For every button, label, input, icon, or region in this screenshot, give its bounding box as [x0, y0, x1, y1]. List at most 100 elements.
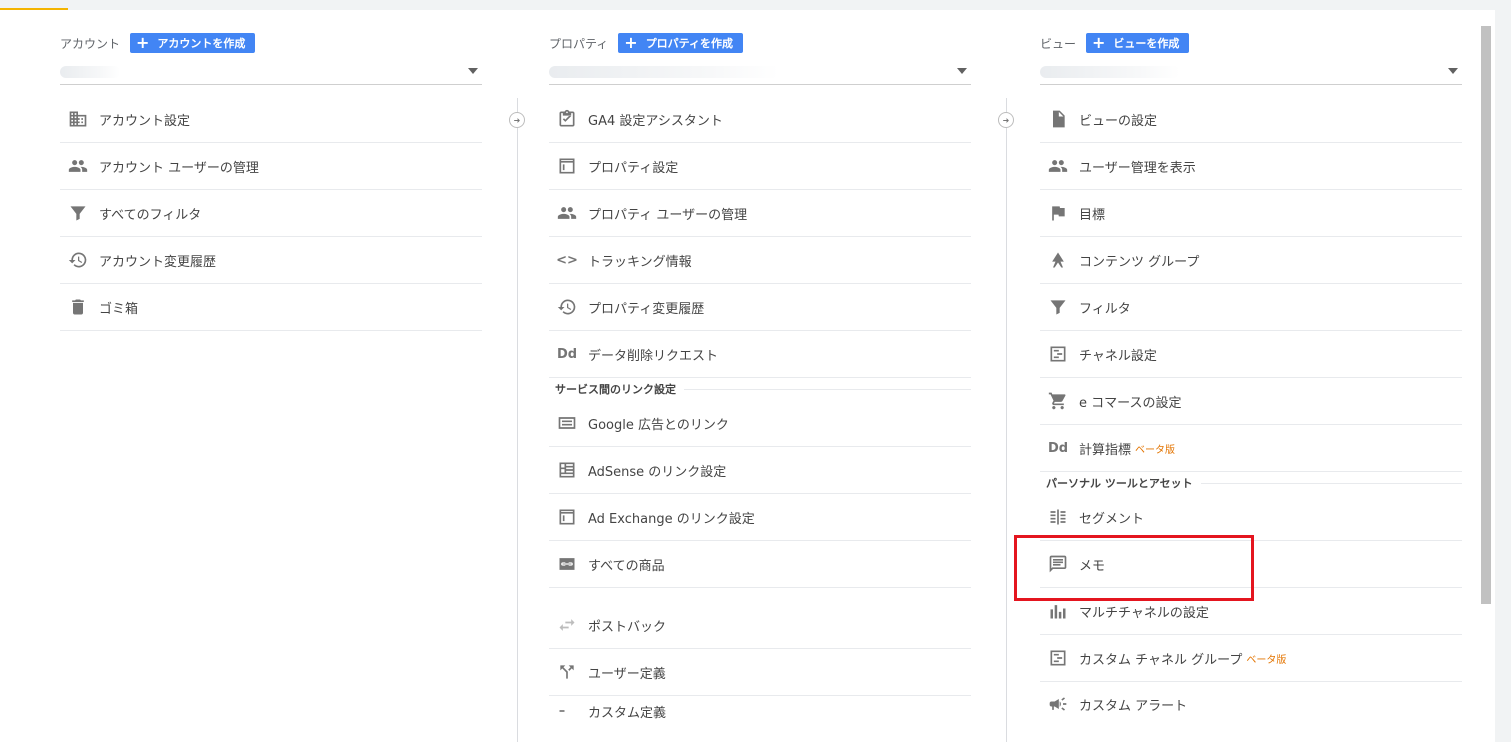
menu-item-calculated-metrics[interactable]: Dd 計算指標 ベータ版	[1040, 425, 1462, 472]
menu-item-property-history[interactable]: プロパティ変更履歴	[549, 284, 971, 331]
account-header: アカウント + アカウントを作成	[60, 32, 256, 54]
menu-item-label: アカウント変更履歴	[99, 254, 217, 270]
section-divider	[684, 388, 971, 390]
section-divider	[1200, 482, 1462, 484]
filter-icon	[1047, 296, 1069, 318]
arrow-right-icon: ➜	[998, 112, 1014, 128]
property-menu: GA4 設定アシスタント プロパティ設定 プロパティ ユーザーの管理 <> トラ…	[549, 96, 971, 726]
menu-item-label: ポストバック	[588, 619, 667, 635]
menu-item-label: プロパティ設定	[588, 160, 679, 176]
menu-item-filters[interactable]: フィルタ	[1040, 284, 1462, 331]
menu-item-label: 計算指標	[1079, 442, 1132, 458]
menu-item-content-group[interactable]: コンテンツ グループ	[1040, 237, 1462, 284]
menu-item-tracking-info[interactable]: <> トラッキング情報	[549, 237, 971, 284]
menu-item-ecommerce-settings[interactable]: e コマースの設定	[1040, 378, 1462, 425]
flag-icon	[1047, 202, 1069, 224]
menu-item-postback[interactable]: ポストバック	[549, 602, 971, 649]
clipboard-check-icon	[556, 108, 578, 130]
account-selector[interactable]	[60, 60, 482, 85]
menu-item-label: マルチチャネルの設定	[1079, 605, 1209, 621]
menu-item-label: プロパティ変更履歴	[588, 301, 705, 317]
menu-item-view-settings[interactable]: ビューの設定	[1040, 96, 1462, 143]
view-selector-value	[1040, 66, 1180, 78]
dd-glyph: Dd	[556, 346, 578, 362]
menu-item-label: すべての商品	[588, 558, 665, 574]
menu-item-label: メモ	[1079, 558, 1106, 574]
admin-panel: アカウント + アカウントを作成 アカウント設定 アカウント ユーザーの管理 す…	[0, 10, 1495, 742]
property-selector-value	[549, 66, 779, 78]
menu-item-all-filters[interactable]: すべてのフィルタ	[60, 190, 482, 237]
ads-icon	[556, 412, 578, 434]
menu-item-view-users[interactable]: ユーザー管理を表示	[1040, 143, 1462, 190]
menu-item-label: チャネル設定	[1079, 348, 1157, 364]
menu-item-label: アカウント設定	[99, 113, 191, 129]
chevron-down-icon	[468, 68, 478, 74]
section-title: パーソナル ツールとアセット	[1046, 477, 1193, 490]
menu-item-goals[interactable]: 目標	[1040, 190, 1462, 237]
menu-item-label: データ削除リクエスト	[588, 348, 719, 364]
chevron-down-icon	[957, 68, 967, 74]
menu-item-label: コンテンツ グループ	[1079, 254, 1200, 270]
menu-item-trash[interactable]: ゴミ箱	[60, 284, 482, 331]
swap-icon	[556, 614, 578, 636]
plus-icon: +	[1092, 33, 1106, 52]
view-selector[interactable]	[1040, 60, 1462, 85]
scrollbar[interactable]	[1481, 26, 1491, 604]
menu-item-custom-alerts[interactable]: カスタム アラート	[1040, 682, 1462, 726]
menu-item-multichannel-settings[interactable]: マルチチャネルの設定	[1040, 588, 1462, 635]
section-title: サービス間のリンク設定	[555, 383, 676, 396]
menu-item-ad-exchange-link[interactable]: Ad Exchange のリンク設定	[549, 494, 971, 541]
code-glyph: <>	[556, 252, 578, 268]
menu-item-label: Google 広告とのリンク	[588, 417, 729, 433]
cart-icon	[1047, 390, 1069, 412]
menu-item-label: ビューの設定	[1079, 113, 1158, 129]
menu-item-adsense-link[interactable]: AdSense のリンク設定	[549, 447, 971, 494]
menu-item-custom-definition[interactable]: カスタム定義	[549, 696, 971, 726]
layout-icon	[556, 506, 578, 528]
menu-item-account-history[interactable]: アカウント変更履歴	[60, 237, 482, 284]
adsense-icon	[556, 459, 578, 481]
menu-item-label: カスタム アラート	[1079, 698, 1188, 714]
people-icon	[1047, 155, 1069, 177]
create-view-button[interactable]: + ビューを作成	[1086, 33, 1190, 53]
column-divider	[1006, 98, 1007, 742]
dd-icon: Dd	[556, 343, 578, 365]
menu-item-data-deletion[interactable]: Dd データ削除リクエスト	[549, 331, 971, 378]
menu-item-label: ユーザー定義	[588, 666, 666, 682]
chevron-down-icon	[1448, 68, 1458, 74]
property-header: プロパティ + プロパティを作成	[549, 32, 744, 54]
menu-item-user-definition[interactable]: ユーザー定義	[549, 649, 971, 696]
account-selector-value	[60, 66, 120, 78]
section-heading-links: サービス間のリンク設定	[549, 378, 971, 400]
property-selector[interactable]	[549, 60, 971, 85]
menu-item-label: フィルタ	[1079, 301, 1131, 317]
menu-item-custom-channel-group[interactable]: カスタム チャネル グループ ベータ版	[1040, 635, 1462, 682]
menu-item-segments[interactable]: セグメント	[1040, 494, 1462, 541]
menu-item-account-settings[interactable]: アカウント設定	[60, 96, 482, 143]
menu-item-channel-settings[interactable]: チャネル設定	[1040, 331, 1462, 378]
document-icon	[1047, 108, 1069, 130]
menu-item-google-ads-link[interactable]: Google 広告とのリンク	[549, 400, 971, 447]
menu-item-label: カスタム チャネル グループ	[1079, 652, 1243, 668]
menu-item-account-users[interactable]: アカウント ユーザーの管理	[60, 143, 482, 190]
menu-item-label: セグメント	[1079, 511, 1145, 527]
fork-icon	[556, 661, 578, 683]
people-icon	[556, 202, 578, 224]
menu-item-label: AdSense のリンク設定	[588, 464, 727, 480]
menu-item-annotations[interactable]: メモ	[1040, 541, 1462, 588]
filter-icon	[67, 202, 89, 224]
menu-item-property-settings[interactable]: プロパティ設定	[549, 143, 971, 190]
create-property-button[interactable]: + プロパティを作成	[618, 33, 744, 53]
menu-item-ga4-assistant[interactable]: GA4 設定アシスタント	[549, 96, 971, 143]
dd-icon: Dd	[1047, 437, 1069, 459]
view-menu: ビューの設定 ユーザー管理を表示 目標 コンテンツ グループ フィルタ チャネル…	[1040, 96, 1462, 726]
account-menu: アカウント設定 アカウント ユーザーの管理 すべてのフィルタ アカウント変更履歴…	[60, 96, 482, 331]
menu-item-all-products[interactable]: すべての商品	[549, 541, 971, 588]
bar-chart-icon	[1047, 600, 1069, 622]
segment-icon	[1047, 506, 1069, 528]
plus-icon: +	[624, 33, 638, 52]
menu-item-property-users[interactable]: プロパティ ユーザーの管理	[549, 190, 971, 237]
menu-item-label: アカウント ユーザーの管理	[99, 160, 259, 176]
create-account-button[interactable]: + アカウントを作成	[130, 33, 256, 53]
